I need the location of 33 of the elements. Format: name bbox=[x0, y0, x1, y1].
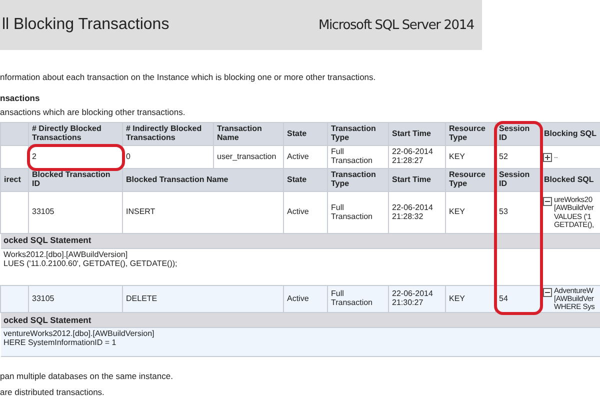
column-header: Session ID bbox=[496, 168, 540, 192]
column-header: Start Time bbox=[388, 168, 446, 192]
report-title: ll Blocking Transactions bbox=[2, 16, 170, 34]
sql-statement: Works2012.[dbo].[AWBuildVersion] LUES ('11.0.2100.60', GETDATE(), GETDATE()); bbox=[0, 248, 600, 286]
table-cell: 22-06-2014 21:30:27 bbox=[388, 285, 446, 313]
column-header: Resource Type bbox=[446, 168, 496, 192]
table-cell: DELETE bbox=[122, 285, 284, 313]
column-header: # Directly Blocked Transactions bbox=[28, 122, 122, 146]
table-cell: Full Transaction bbox=[328, 285, 388, 313]
note-text: pan multiple databases on the same instance. bbox=[0, 370, 174, 381]
column-header: Start Time bbox=[388, 122, 446, 146]
description: nformation about each transaction on the Instance which is blocking one or more other transactions. bbox=[0, 72, 377, 82]
sql-statement: ventureWorks2012.[dbo].[AWBuildVersion] HERE SystemInformationID = 1 bbox=[0, 328, 600, 356]
statement-label: ocked SQL Statement bbox=[0, 312, 600, 328]
column-header: Transaction Type bbox=[328, 168, 388, 192]
column-header: Transaction Name bbox=[214, 122, 284, 146]
product-name: Microsoft SQL Server 2014 bbox=[318, 18, 474, 32]
column-header: Resource Type bbox=[446, 122, 496, 146]
column-header: State bbox=[284, 168, 328, 192]
note-text: are distributed transactions. bbox=[0, 386, 106, 397]
column-header: Blocked SQL bbox=[540, 168, 600, 192]
table-cell: Active bbox=[284, 285, 328, 313]
column-header: # Indirectly Blocked Transactions bbox=[122, 122, 214, 146]
section-subtitle: ansactions which are blocking other transactions. bbox=[0, 107, 186, 117]
table-cell: 33105 bbox=[28, 285, 122, 313]
column-header: irect bbox=[0, 168, 28, 192]
column-header: Blocked Transaction Name bbox=[122, 168, 284, 192]
column-header: Transaction Type bbox=[328, 122, 388, 146]
table-cell: KEY bbox=[446, 285, 496, 313]
statement-label: ocked SQL Statement bbox=[0, 234, 600, 248]
section-title: nsactions bbox=[0, 93, 41, 103]
column-header: Blocking SQL bbox=[540, 122, 600, 146]
column-header: State bbox=[284, 122, 328, 146]
